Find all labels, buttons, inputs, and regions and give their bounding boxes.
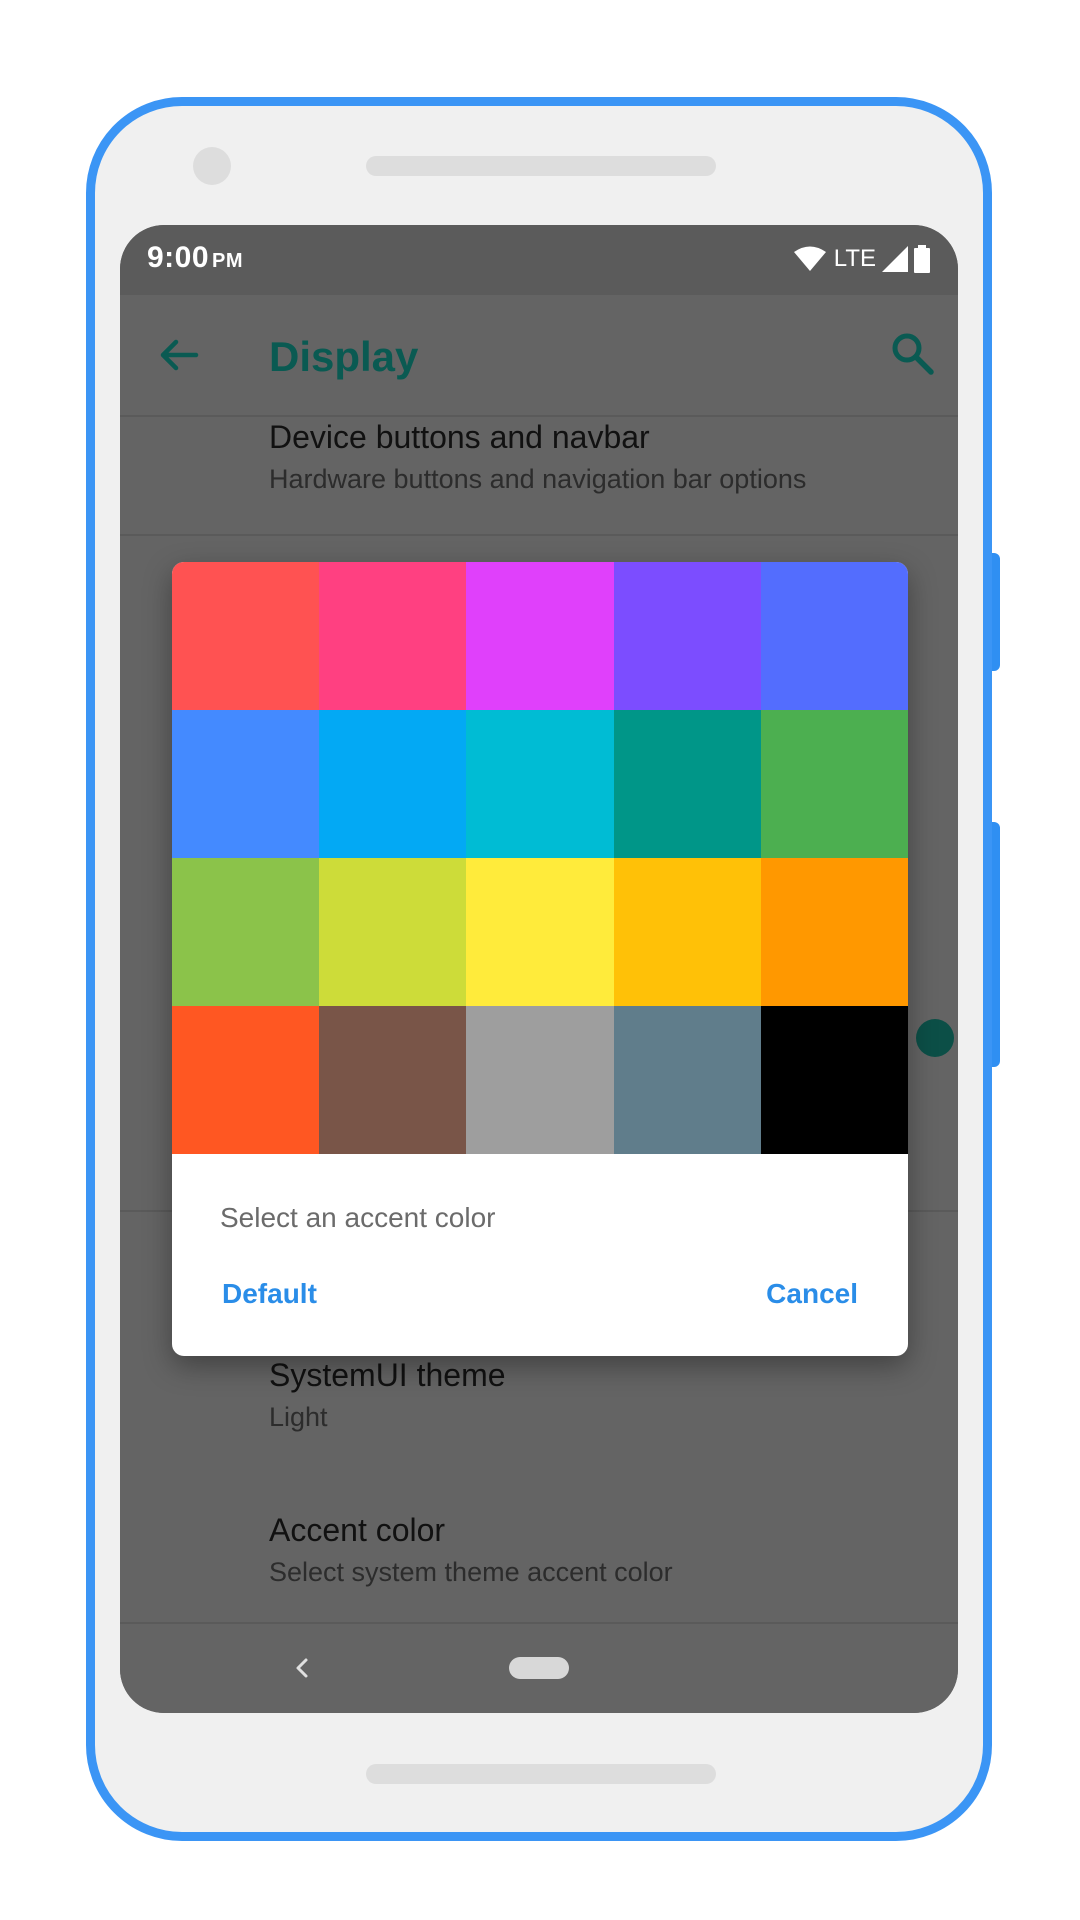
color-swatch[interactable]: [466, 858, 614, 1006]
color-swatch[interactable]: [319, 858, 467, 1006]
dialog-message: Select an accent color: [220, 1202, 496, 1233]
color-swatch[interactable]: [613, 710, 761, 858]
lte-label: LTE: [833, 245, 876, 272]
color-swatch[interactable]: [319, 710, 467, 858]
page-title: Display: [269, 333, 419, 380]
color-swatch[interactable]: [613, 1006, 761, 1154]
arrow-back-icon[interactable]: [156, 333, 200, 377]
color-swatch[interactable]: [172, 858, 320, 1006]
search-icon[interactable]: [888, 329, 936, 377]
color-swatch[interactable]: [613, 858, 761, 1006]
color-swatch[interactable]: [172, 1006, 320, 1154]
setting-title: SystemUI theme: [269, 1357, 506, 1393]
status-bar: 9:00 PM LTE: [120, 225, 958, 295]
accent-color-dialog: Select an accent color Default Cancel: [172, 562, 908, 1356]
color-swatch[interactable]: [760, 710, 908, 858]
color-swatch[interactable]: [172, 562, 320, 710]
status-icons: LTE: [793, 243, 930, 275]
color-swatch[interactable]: [319, 562, 467, 710]
signal-icon: [882, 246, 908, 272]
setting-subtitle: Select system theme accent color: [269, 1557, 673, 1587]
color-swatch[interactable]: [760, 858, 908, 1006]
bottom-speaker: [366, 1764, 716, 1784]
nav-back-icon[interactable]: [288, 1654, 316, 1682]
color-swatch[interactable]: [466, 1006, 614, 1154]
color-swatch[interactable]: [319, 1006, 467, 1154]
battery-icon: [914, 245, 930, 273]
navigation-bar: [120, 1622, 958, 1713]
setting-subtitle: Light: [269, 1402, 328, 1432]
setting-title: Accent color: [269, 1512, 446, 1548]
color-swatch[interactable]: [172, 710, 320, 858]
setting-device-buttons[interactable]: Device buttons and navbar Hardware butto…: [269, 417, 806, 499]
default-button[interactable]: Default: [222, 1278, 317, 1310]
setting-title: Device buttons and navbar: [269, 419, 650, 455]
color-swatch[interactable]: [760, 1006, 908, 1154]
status-time: 9:00 PM: [147, 241, 243, 275]
toggle-switch-thumb[interactable]: [916, 1019, 954, 1057]
color-swatch[interactable]: [760, 562, 908, 710]
top-speaker: [366, 156, 716, 176]
cancel-button[interactable]: Cancel: [766, 1278, 858, 1310]
front-camera: [193, 147, 231, 185]
divider: [120, 534, 958, 536]
color-swatch-grid: [172, 562, 908, 1154]
nav-home-pill[interactable]: [509, 1657, 569, 1679]
setting-systemui-theme[interactable]: SystemUI theme Light: [269, 1355, 506, 1437]
color-swatch[interactable]: [466, 562, 614, 710]
status-ampm: PM: [212, 250, 244, 272]
setting-accent-color[interactable]: Accent color Select system theme accent …: [269, 1510, 673, 1592]
color-swatch[interactable]: [613, 562, 761, 710]
status-clock: 9:00: [147, 241, 210, 274]
setting-subtitle: Hardware buttons and navigation bar opti…: [269, 464, 807, 494]
canvas: 9:00 PM LTE Display Device buttons and n…: [0, 0, 1080, 1920]
color-swatch[interactable]: [466, 710, 614, 858]
wifi-icon: [793, 246, 826, 271]
app-bar: Display: [120, 295, 958, 417]
